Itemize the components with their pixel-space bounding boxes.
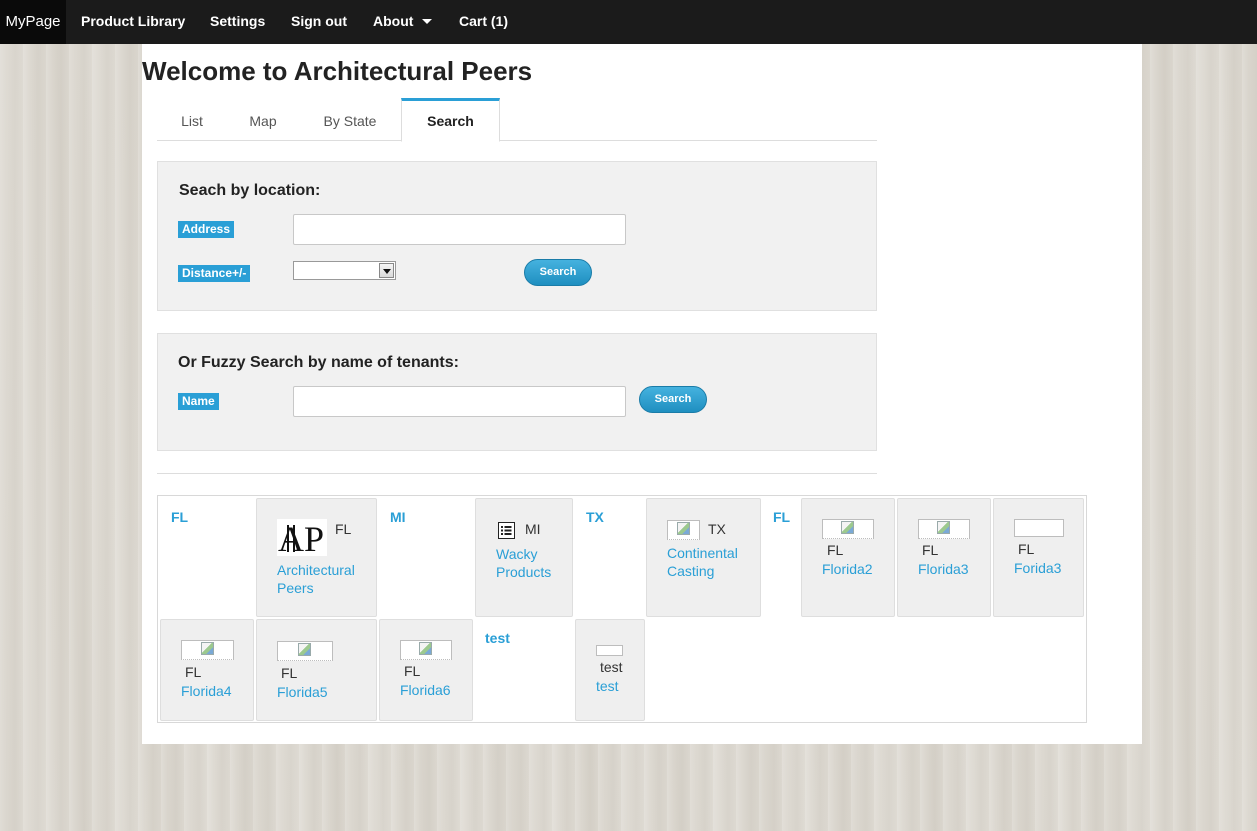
- page-title: Welcome to Architectural Peers: [142, 56, 533, 86]
- card-state: FL: [185, 664, 202, 680]
- card-state: FL: [922, 542, 939, 558]
- card-name-link[interactable]: Forida3: [1014, 559, 1061, 577]
- result-card[interactable]: MI Wacky Products: [475, 498, 573, 617]
- nav-product-library[interactable]: Product Library: [81, 0, 185, 44]
- card-state: FL: [335, 521, 352, 537]
- card-state: FL: [1018, 541, 1035, 557]
- list-icon: [498, 522, 515, 539]
- location-search-button[interactable]: Search: [524, 259, 592, 286]
- nav-sign-out[interactable]: Sign out: [291, 0, 347, 44]
- state-header-mi[interactable]: MI: [390, 509, 406, 525]
- divider: [157, 473, 877, 474]
- image-placeholder: [1014, 519, 1064, 537]
- nav-cart[interactable]: Cart (1): [459, 0, 508, 44]
- broken-image-icon: [918, 519, 970, 539]
- card-name-link[interactable]: Florida3: [918, 560, 969, 578]
- distance-label: Distance+/-: [178, 265, 251, 282]
- broken-image-icon: [667, 520, 700, 540]
- tab-map[interactable]: Map: [227, 98, 299, 140]
- nav-about-dropdown[interactable]: About: [373, 0, 433, 44]
- result-card[interactable]: FL Florida2: [801, 498, 895, 617]
- main-panel: Welcome to Architectural Peers List Map …: [142, 44, 1142, 744]
- dropdown-arrow-icon: [379, 263, 394, 278]
- card-name-link[interactable]: Florida4: [181, 682, 232, 700]
- location-search-heading: Seach by location:: [179, 182, 321, 199]
- card-state: MI: [525, 521, 541, 537]
- card-name-link[interactable]: Architectural Peers: [277, 561, 355, 597]
- card-state: TX: [708, 521, 726, 537]
- card-state: FL: [281, 665, 298, 681]
- result-card[interactable]: TX Continental Casting: [646, 498, 761, 617]
- top-navbar: MyPage Product Library Settings Sign out…: [0, 0, 1257, 44]
- card-state: FL: [404, 663, 421, 679]
- tab-search[interactable]: Search: [401, 98, 500, 142]
- broken-image-icon: [181, 640, 234, 660]
- result-card[interactable]: FL Florida6: [379, 619, 473, 721]
- broken-image-icon: [400, 640, 452, 660]
- state-header-fl[interactable]: FL: [773, 509, 790, 525]
- name-label: Name: [178, 393, 219, 410]
- state-header-fl[interactable]: FL: [171, 509, 188, 525]
- state-header-test[interactable]: test: [485, 630, 510, 646]
- state-header-tx[interactable]: TX: [586, 509, 604, 525]
- card-name-link[interactable]: Florida6: [400, 681, 451, 699]
- fuzzy-search-form: Or Fuzzy Search by name of tenants: Name…: [157, 333, 877, 451]
- tab-list[interactable]: List: [157, 98, 227, 140]
- card-name-link[interactable]: Florida2: [822, 560, 873, 578]
- nav-brand[interactable]: MyPage: [0, 0, 66, 44]
- result-card[interactable]: FL Florida5: [256, 619, 377, 721]
- card-state: test: [600, 659, 623, 675]
- card-name-link[interactable]: Continental Casting: [667, 544, 738, 580]
- card-name-link[interactable]: Florida5: [277, 683, 328, 701]
- result-card[interactable]: FL Florida4: [160, 619, 254, 721]
- caret-down-icon: [422, 18, 433, 24]
- result-card[interactable]: test test: [575, 619, 645, 721]
- company-logo: AP: [277, 519, 327, 559]
- result-card[interactable]: AP FL Architectural Peers: [256, 498, 377, 617]
- address-input[interactable]: [293, 214, 626, 245]
- card-name-link[interactable]: Wacky Products: [496, 545, 551, 581]
- logo-text: AP: [278, 519, 324, 556]
- image-placeholder: [596, 645, 623, 656]
- distance-select[interactable]: [293, 261, 396, 280]
- broken-image-icon: [822, 519, 874, 539]
- broken-image-icon: [277, 641, 333, 661]
- results-grid: FL AP FL Architectural Peers MI MI Wacky P: [157, 495, 1087, 723]
- address-label: Address: [178, 221, 235, 238]
- nav-settings[interactable]: Settings: [210, 0, 265, 44]
- fuzzy-search-button[interactable]: Search: [639, 386, 707, 413]
- location-search-form: Seach by location: Address Distance+/- S…: [157, 161, 877, 311]
- tab-bar: List Map By State Search: [157, 98, 877, 142]
- nav-about-label: About: [373, 13, 414, 29]
- name-input[interactable]: [293, 386, 626, 417]
- ap-logo-icon: AP: [278, 519, 324, 559]
- fuzzy-search-heading: Or Fuzzy Search by name of tenants:: [178, 354, 459, 371]
- card-name-link[interactable]: test: [596, 677, 619, 695]
- tab-by-state[interactable]: By State: [299, 98, 401, 140]
- result-card[interactable]: FL Florida3: [897, 498, 991, 617]
- result-card[interactable]: FL Forida3: [993, 498, 1084, 617]
- card-state: FL: [827, 542, 844, 558]
